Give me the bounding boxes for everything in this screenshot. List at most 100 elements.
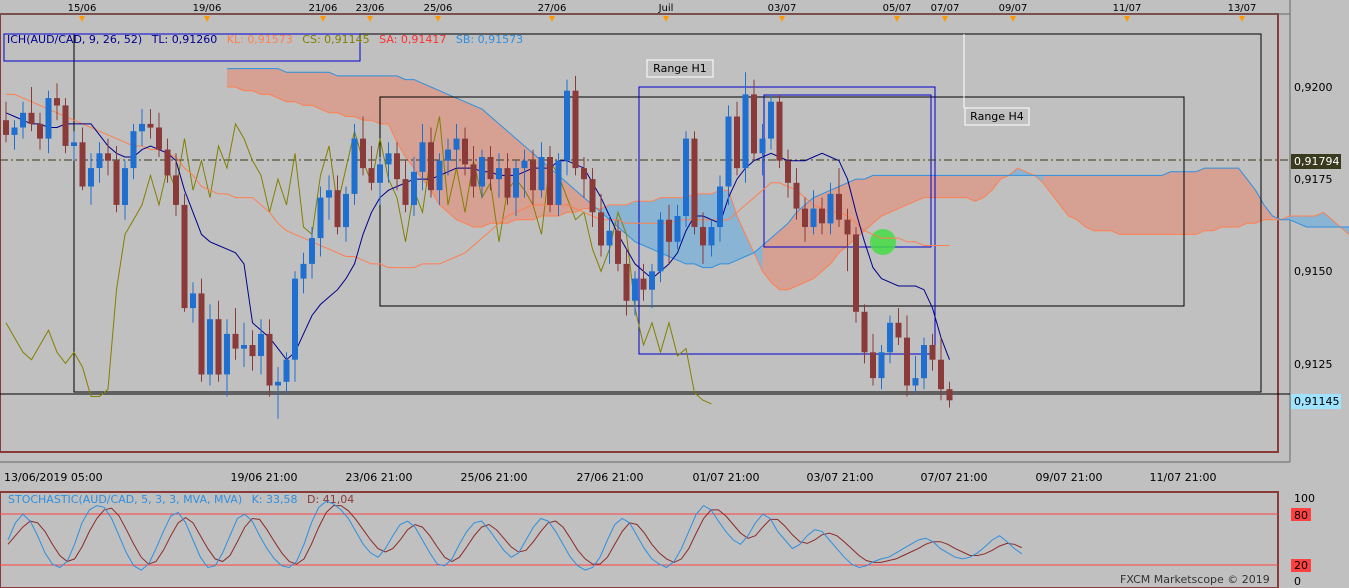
candle-body bbox=[360, 138, 366, 169]
candle-body bbox=[190, 293, 196, 309]
bottom-date-label: 19/06 21:00 bbox=[231, 471, 298, 484]
candle-body bbox=[725, 116, 732, 187]
cloud-segment bbox=[941, 175, 950, 198]
candle-body bbox=[555, 160, 562, 205]
cloud-segment bbox=[1136, 175, 1145, 235]
candle-body bbox=[598, 212, 604, 246]
cloud-segment bbox=[1119, 175, 1128, 235]
candle-body bbox=[3, 120, 9, 135]
cloud-segment bbox=[354, 75, 363, 121]
legend-sa: SA: 0,91417 bbox=[379, 33, 446, 46]
candle-body bbox=[37, 123, 43, 139]
stochastic-d-label: D: 41,04 bbox=[307, 493, 354, 506]
legend-kl: KL: 0,91573 bbox=[227, 33, 293, 46]
candle bbox=[198, 278, 205, 382]
cloud-segment bbox=[1077, 175, 1086, 228]
annotation-label: Range H4 bbox=[970, 110, 1024, 123]
candle-body bbox=[334, 190, 341, 228]
candle-body bbox=[173, 175, 179, 205]
candle-body bbox=[513, 168, 519, 198]
candle-body bbox=[878, 352, 885, 379]
candle-body bbox=[530, 160, 536, 191]
cloud-segment bbox=[890, 175, 899, 213]
candle-body bbox=[793, 182, 800, 209]
cloud-segment bbox=[329, 72, 338, 113]
candle-body bbox=[632, 278, 638, 301]
candle-body bbox=[453, 138, 460, 150]
candle-body bbox=[589, 179, 596, 213]
cloud-segment bbox=[1213, 168, 1222, 231]
candle-body bbox=[649, 271, 655, 290]
candle-body bbox=[504, 168, 511, 198]
cloud-segment bbox=[975, 175, 984, 202]
candle-body bbox=[11, 127, 18, 135]
candle-body bbox=[28, 112, 35, 124]
candle-body bbox=[130, 131, 137, 169]
candle-body bbox=[615, 230, 621, 264]
cloud-segment bbox=[788, 212, 797, 290]
annotation-range-h4: Range H4 bbox=[964, 107, 1030, 126]
cloud-segment bbox=[337, 75, 346, 117]
candle-body bbox=[292, 278, 298, 360]
candle-body bbox=[258, 333, 264, 356]
top-date-label: 15/06 bbox=[68, 3, 97, 14]
candle-body bbox=[861, 311, 868, 353]
cloud-segment bbox=[371, 75, 380, 124]
stochastic-tick-label: 20 bbox=[1294, 559, 1308, 572]
legend-name: ICH(AUD/CAD, 9, 26, 52) bbox=[7, 33, 142, 46]
level-price-label: 0,91794 bbox=[1294, 155, 1340, 168]
bottom-date-label: 03/07 21:00 bbox=[807, 471, 874, 484]
cloud-segment bbox=[1102, 175, 1111, 231]
candle-body bbox=[946, 389, 953, 401]
candle-body bbox=[462, 138, 468, 165]
candle bbox=[853, 227, 859, 323]
cloud-segment bbox=[244, 68, 253, 91]
candle-body bbox=[904, 337, 910, 386]
cloud-segment bbox=[227, 68, 236, 87]
price-tick-label: 0,9125 bbox=[1294, 358, 1333, 371]
candle-body bbox=[836, 193, 842, 220]
candle-body bbox=[640, 278, 647, 290]
cloud-segment bbox=[643, 201, 652, 250]
candle-body bbox=[623, 263, 630, 301]
cloud-segment bbox=[932, 175, 941, 198]
cloud-segment bbox=[958, 175, 967, 198]
cloud-segment bbox=[1221, 168, 1230, 228]
candle-body bbox=[20, 112, 26, 128]
cloud-segment bbox=[380, 75, 389, 124]
cloud-segment bbox=[873, 175, 882, 224]
cloud-segment bbox=[1145, 175, 1154, 235]
annotation-range-h1: Range H1 bbox=[646, 59, 714, 78]
candle-body bbox=[88, 168, 94, 187]
candle-body bbox=[71, 142, 77, 146]
cloud-segment bbox=[1187, 171, 1196, 235]
candle-body bbox=[708, 227, 715, 246]
cloud-segment bbox=[1230, 168, 1239, 228]
candle-body bbox=[436, 160, 443, 191]
top-date-label: Juil bbox=[658, 3, 674, 14]
candle-body bbox=[445, 149, 451, 161]
cloud-segment bbox=[779, 223, 788, 290]
candle-body bbox=[54, 98, 60, 106]
cloud-segment bbox=[949, 175, 958, 198]
candle-body bbox=[674, 216, 681, 242]
candle-body bbox=[844, 219, 851, 235]
source-label: FXCM Marketscope © 2019 bbox=[1120, 573, 1270, 586]
candle-body bbox=[810, 208, 817, 227]
bottom-date-label: 01/07 21:00 bbox=[693, 471, 760, 484]
cloud-segment bbox=[252, 68, 261, 95]
cloud-segment bbox=[405, 79, 414, 169]
candle-body bbox=[895, 322, 902, 338]
candle-body bbox=[215, 319, 222, 375]
candle-body bbox=[929, 345, 936, 360]
candle-body bbox=[691, 138, 698, 227]
top-date-label: 25/06 bbox=[424, 3, 453, 14]
candle-body bbox=[683, 138, 689, 216]
chart-canvas: 15/06 19/06 21/06 23/06 25/06 27/06 Juil… bbox=[0, 0, 1349, 588]
candle-body bbox=[564, 90, 570, 161]
candle-body bbox=[742, 94, 749, 169]
candle-body bbox=[870, 352, 876, 379]
candle-body bbox=[751, 94, 757, 154]
cloud-segment bbox=[898, 175, 907, 209]
candle-body bbox=[470, 164, 477, 187]
